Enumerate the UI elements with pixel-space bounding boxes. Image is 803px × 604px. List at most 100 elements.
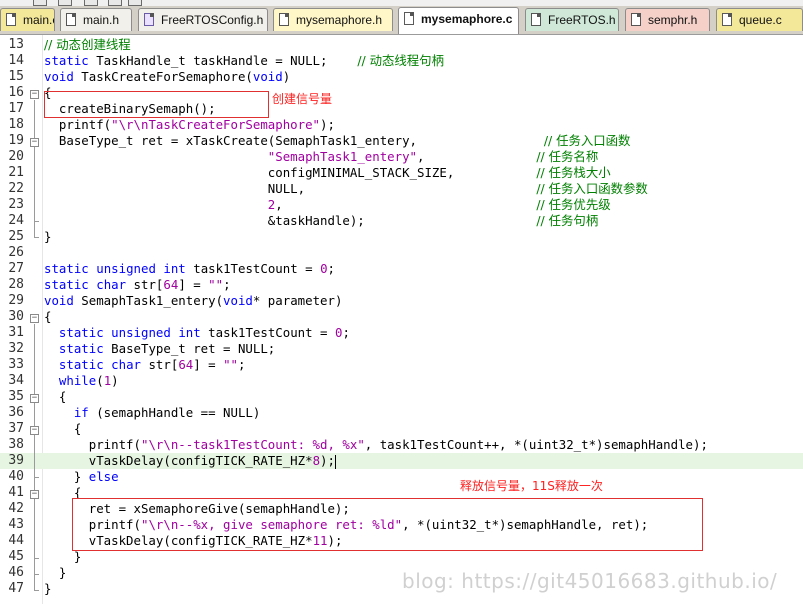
- code-text[interactable]: configMINIMAL_STACK_SIZE, // 任务栈大小: [44, 165, 611, 181]
- h-file-icon: [531, 13, 541, 26]
- code-line[interactable]: 37 {: [0, 421, 803, 437]
- fold-toggle-icon[interactable]: −: [30, 138, 39, 147]
- code-text[interactable]: vTaskDelay(configTICK_RATE_HZ*8);: [44, 453, 336, 469]
- tab-freertosconfig-h[interactable]: FreeRTOSConfig.h: [138, 8, 268, 31]
- code-line[interactable]: 40 } else: [0, 469, 803, 485]
- code-line[interactable]: 19 BaseType_t ret = xTaskCreate(SemaphTa…: [0, 133, 803, 149]
- code-text[interactable]: static TaskHandle_t taskHandle = NULL; /…: [44, 53, 444, 69]
- fold-toggle-icon[interactable]: −: [30, 314, 39, 323]
- code-text[interactable]: {: [44, 421, 81, 437]
- tab-queue-c[interactable]: queue.c: [716, 8, 803, 31]
- code-line[interactable]: 32 static BaseType_t ret = NULL;: [0, 341, 803, 357]
- tab-semphr-h[interactable]: semphr.h: [625, 8, 710, 31]
- code-line[interactable]: 26: [0, 245, 803, 261]
- code-text[interactable]: NULL, // 任务入口函数参数: [44, 181, 648, 197]
- code-text[interactable]: if (semaphHandle == NULL): [44, 405, 261, 421]
- code-line[interactable]: 20 "SemaphTask1_entery", // 任务名称: [0, 149, 803, 165]
- code-line[interactable]: 30 {: [0, 309, 803, 325]
- fold-end: [34, 574, 39, 575]
- h-file-icon: [631, 13, 641, 26]
- code-text[interactable]: "SemaphTask1_entery", // 任务名称: [44, 149, 598, 165]
- give-semaphore-highlight-box: [72, 498, 703, 551]
- code-text[interactable]: static char str[64] = "";: [44, 357, 246, 373]
- code-text[interactable]: // 动态创建线程: [44, 37, 131, 53]
- line-number: 33: [8, 357, 24, 372]
- code-line[interactable]: 18 printf("\r\nTaskCreateForSemaphore");: [0, 117, 803, 133]
- line-number: 39: [8, 453, 24, 468]
- text-cursor: [334, 454, 336, 469]
- code-text[interactable]: } else: [44, 469, 119, 485]
- code-text[interactable]: static BaseType_t ret = NULL;: [44, 341, 275, 357]
- line-number: 15: [8, 69, 24, 84]
- line-number: 35: [8, 389, 24, 404]
- code-line[interactable]: 21 configMINIMAL_STACK_SIZE, // 任务栈大小: [0, 165, 803, 181]
- code-text[interactable]: }: [44, 565, 66, 581]
- code-text[interactable]: }: [44, 229, 51, 245]
- code-line[interactable]: 45 }: [0, 549, 803, 565]
- line-number: 42: [8, 501, 24, 516]
- code-line[interactable]: 13 // 动态创建线程: [0, 37, 803, 53]
- code-editor[interactable]: 13 // 动态创建线程 14 static TaskHandle_t taskHan…: [0, 35, 803, 604]
- line-number: 21: [8, 165, 24, 180]
- fold-end: [34, 590, 39, 591]
- fold-toggle-icon[interactable]: −: [30, 426, 39, 435]
- code-text[interactable]: static unsigned int task1TestCount = 0;: [44, 325, 350, 341]
- line-number: 14: [8, 53, 24, 68]
- code-line[interactable]: 31 static unsigned int task1TestCount = …: [0, 325, 803, 341]
- line-number: 45: [8, 549, 24, 564]
- line-number: 32: [8, 341, 24, 356]
- code-text[interactable]: BaseType_t ret = xTaskCreate(SemaphTask1…: [44, 133, 631, 149]
- line-number: 26: [8, 245, 24, 260]
- code-text[interactable]: printf("\r\n--task1TestCount: %d, %x", t…: [44, 437, 708, 453]
- code-line[interactable]: 36 if (semaphHandle == NULL): [0, 405, 803, 421]
- line-number: 46: [8, 565, 24, 580]
- code-line[interactable]: 22 NULL, // 任务入口函数参数: [0, 181, 803, 197]
- code-line[interactable]: 38 printf("\r\n--task1TestCount: %d, %x"…: [0, 437, 803, 453]
- code-text[interactable]: 2, // 任务优先级: [44, 197, 611, 213]
- code-line[interactable]: 25}: [0, 229, 803, 245]
- line-number: 25: [8, 229, 24, 244]
- code-text[interactable]: static unsigned int task1TestCount = 0;: [44, 261, 335, 277]
- give-semaphore-annotation: 释放信号量，11S释放一次: [460, 479, 603, 493]
- h-file-icon: [279, 13, 289, 26]
- code-text[interactable]: printf("\r\nTaskCreateForSemaphore");: [44, 117, 335, 133]
- code-line[interactable]: 35 {: [0, 389, 803, 405]
- tab-mysemaphore-c[interactable]: mysemaphore.c: [398, 7, 519, 34]
- code-text[interactable]: &taskHandle); // 任务句柄: [44, 213, 598, 229]
- tab-mysemaphore-h[interactable]: mysemaphore.h: [273, 8, 393, 31]
- code-text[interactable]: }: [44, 549, 81, 565]
- code-text[interactable]: {: [44, 309, 51, 325]
- code-line[interactable]: 24 &taskHandle); // 任务句柄: [0, 213, 803, 229]
- code-line[interactable]: 28 static char str[64] = "";: [0, 277, 803, 293]
- line-number: 27: [8, 261, 24, 276]
- code-line[interactable]: 27 static unsigned int task1TestCount = 0…: [0, 261, 803, 277]
- line-number: 24: [8, 213, 24, 228]
- tab-main-c[interactable]: main.c: [0, 8, 55, 31]
- code-text[interactable]: }: [44, 581, 51, 597]
- fold-toggle-icon[interactable]: −: [30, 490, 39, 499]
- fold-end: [34, 477, 39, 478]
- code-text[interactable]: while(1): [44, 373, 119, 389]
- code-line[interactable]: 39 vTaskDelay(configTICK_RATE_HZ*8);: [0, 453, 803, 469]
- code-line[interactable]: 34 while(1): [0, 373, 803, 389]
- line-number: 29: [8, 293, 24, 308]
- code-text[interactable]: {: [44, 389, 66, 405]
- code-text[interactable]: static char str[64] = "";: [44, 277, 231, 293]
- code-line[interactable]: 29 void SemaphTask1_entery(void* paramete…: [0, 293, 803, 309]
- code-line[interactable]: 23 2, // 任务优先级: [0, 197, 803, 213]
- code-line[interactable]: 15 void TaskCreateForSemaphore(void): [0, 69, 803, 85]
- line-number: 36: [8, 405, 24, 420]
- create-semaphore-annotation: 创建信号量: [272, 92, 333, 106]
- code-line[interactable]: 33 static char str[64] = "";: [0, 357, 803, 373]
- tab-main-h[interactable]: main.h: [60, 8, 132, 31]
- line-number: 43: [8, 517, 24, 532]
- code-text[interactable]: void SemaphTask1_entery(void* parameter): [44, 293, 342, 309]
- tab-freertos-h[interactable]: FreeRTOS.h: [525, 8, 619, 31]
- code-text[interactable]: void TaskCreateForSemaphore(void): [44, 69, 290, 85]
- fold-toggle-icon[interactable]: −: [30, 394, 39, 403]
- fold-toggle-icon[interactable]: −: [30, 90, 39, 99]
- line-number: 13: [8, 37, 24, 52]
- line-number: 17: [8, 101, 24, 116]
- code-line[interactable]: 14 static TaskHandle_t taskHandle = NULL;…: [0, 53, 803, 69]
- line-number: 41: [8, 485, 24, 500]
